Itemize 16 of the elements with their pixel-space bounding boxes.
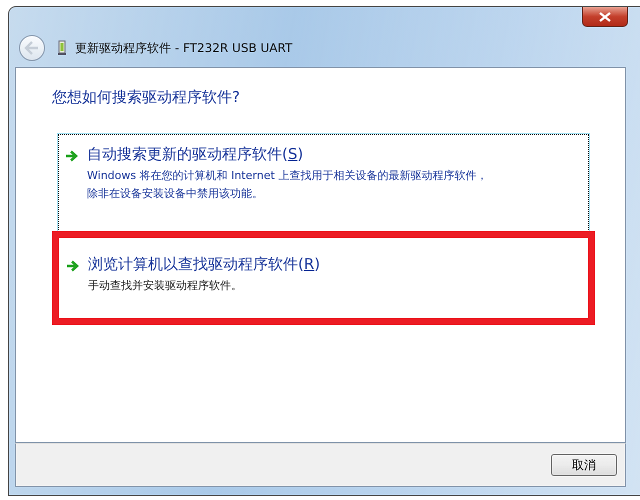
back-arrow-icon: [24, 41, 40, 55]
option-link[interactable]: 浏览计算机以查找驱动程序软件(R) 手动查找并安装驱动程序软件。: [59, 238, 588, 318]
arrow-icon: [65, 150, 79, 162]
close-button[interactable]: [582, 7, 628, 27]
close-icon: [598, 12, 612, 22]
window-title: 更新驱动程序软件 - FT232R USB UART: [75, 40, 292, 56]
option-link[interactable]: 自动搜索更新的驱动程序软件(S) Windows 将在您的计算机和 Internet 上查找用于相关设备的最新驱动程序软件，除非在设备安装设备中禁用该功能。: [58, 134, 589, 232]
cancel-button[interactable]: 取消: [551, 454, 617, 476]
option-title: 浏览计算机以查找驱动程序软件(R): [88, 255, 320, 274]
dialog-heading: 您想如何搜索驱动程序软件?: [52, 88, 241, 107]
back-button[interactable]: [19, 35, 45, 61]
usb-device-icon: [57, 40, 67, 56]
arrow-icon: [66, 260, 80, 272]
option-title: 自动搜索更新的驱动程序软件(S): [87, 145, 304, 164]
option-description: Windows 将在您的计算机和 Internet 上查找用于相关设备的最新驱动程序软件，除非在设备安装设备中禁用该功能。: [87, 168, 488, 202]
option-description: 手动查找并安装驱动程序软件。: [88, 278, 243, 294]
